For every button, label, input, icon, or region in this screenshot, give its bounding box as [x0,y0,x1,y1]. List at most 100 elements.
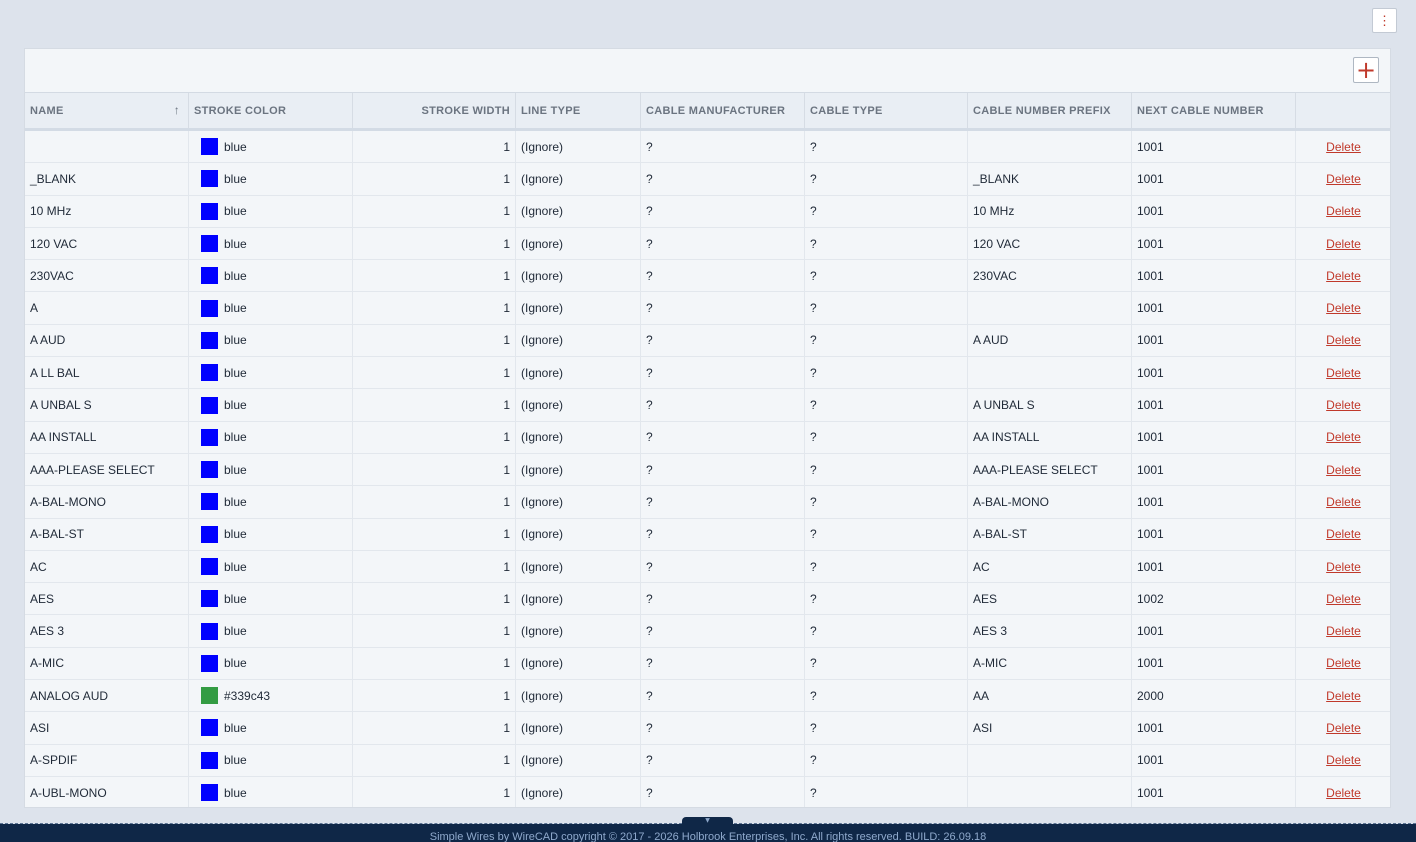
cell-cable-number-prefix[interactable]: _BLANK [968,163,1132,195]
color-swatch[interactable] [201,364,218,382]
cell-line-type[interactable]: (Ignore) [516,776,641,807]
cell-line-type[interactable]: (Ignore) [516,647,641,680]
cell-name[interactable]: A-SPDIF [25,744,189,776]
delete-link[interactable]: Delete [1326,624,1361,638]
cell-next-cable-number[interactable]: 1001 [1132,195,1296,227]
cell-cable-number-prefix[interactable]: A-BAL-ST [968,518,1132,550]
cell-cable-number-prefix[interactable]: A UNBAL S [968,389,1132,421]
cell-stroke-width[interactable]: 1 [353,389,516,421]
cell-stroke-width[interactable]: 1 [353,583,516,615]
color-swatch[interactable] [201,299,218,317]
cell-cable-number-prefix[interactable]: AAA-PLEASE SELECT [968,453,1132,486]
cell-line-type[interactable]: (Ignore) [516,583,641,615]
cell-cable-type[interactable]: ? [805,486,968,518]
delete-link[interactable]: Delete [1326,689,1361,703]
cell-next-cable-number[interactable]: 1001 [1132,550,1296,583]
cell-cable-type[interactable]: ? [805,227,968,260]
cell-stroke-width[interactable]: 1 [353,260,516,292]
cell-next-cable-number[interactable]: 1001 [1132,518,1296,550]
cell-stroke-width[interactable]: 1 [353,195,516,227]
cell-next-cable-number[interactable]: 1001 [1132,615,1296,647]
cell-cable-manufacturer[interactable]: ? [641,163,805,195]
cell-cable-number-prefix[interactable]: A-BAL-MONO [968,486,1132,518]
cell-stroke-width[interactable]: 1 [353,647,516,680]
table-row[interactable]: 230VAC blue 1 (Ignore)?? 230VAC 1001 Delete [25,260,1390,293]
cell-cable-type[interactable]: ? [805,292,968,324]
cell-cable-type[interactable]: ? [805,357,968,389]
cell-cable-type[interactable]: ? [805,195,968,227]
cell-cable-type[interactable]: ? [805,647,968,680]
cell-cable-number-prefix[interactable]: AA [968,680,1132,712]
cell-stroke-color[interactable]: blue [189,647,353,680]
cell-stroke-width[interactable]: 1 [353,292,516,324]
cell-cable-manufacturer[interactable]: ? [641,453,805,486]
cell-line-type[interactable]: (Ignore) [516,163,641,195]
table-row[interactable]: AC blue 1 (Ignore)?? AC 1001 Delete [25,550,1390,584]
cell-cable-type[interactable]: ? [805,680,968,712]
cell-cable-type[interactable]: ? [805,550,968,583]
cell-stroke-color[interactable]: blue [189,712,353,744]
delete-link[interactable]: Delete [1326,495,1361,509]
table-row[interactable]: blue 1 (Ignore)?? 1001 Delete [25,131,1390,164]
cell-cable-manufacturer[interactable]: ? [641,680,805,712]
cell-cable-manufacturer[interactable]: ? [641,647,805,680]
cell-stroke-color[interactable]: blue [189,260,353,292]
cell-cable-type[interactable]: ? [805,163,968,195]
cell-cable-manufacturer[interactable]: ? [641,292,805,324]
cell-next-cable-number[interactable]: 1001 [1132,776,1296,807]
cell-cable-manufacturer[interactable]: ? [641,486,805,518]
cell-cable-manufacturer[interactable]: ? [641,776,805,807]
cell-stroke-color[interactable]: blue [189,131,353,163]
cell-stroke-width[interactable]: 1 [353,324,516,357]
cell-line-type[interactable]: (Ignore) [516,260,641,292]
table-row[interactable]: A AUD blue 1 (Ignore)?? A AUD 1001 Delete [25,324,1390,358]
cell-cable-type[interactable]: ? [805,453,968,486]
cell-cable-number-prefix[interactable]: A AUD [968,324,1132,357]
cell-name[interactable]: A UNBAL S [25,389,189,421]
cell-next-cable-number[interactable]: 1001 [1132,389,1296,421]
cell-stroke-color[interactable]: blue [189,324,353,357]
cell-line-type[interactable]: (Ignore) [516,357,641,389]
cell-line-type[interactable]: (Ignore) [516,615,641,647]
cell-cable-type[interactable]: ? [805,744,968,776]
cell-line-type[interactable]: (Ignore) [516,518,641,550]
cell-next-cable-number[interactable]: 1001 [1132,163,1296,195]
cell-cable-manufacturer[interactable]: ? [641,195,805,227]
cell-cable-manufacturer[interactable]: ? [641,744,805,776]
cell-cable-manufacturer[interactable]: ? [641,518,805,550]
cell-stroke-color[interactable]: blue [189,583,353,615]
table-row[interactable]: ANALOG AUD #339c43 1 (Ignore)?? AA 2000 Delete [25,680,1390,713]
color-swatch[interactable] [201,396,218,414]
table-row[interactable]: _BLANK blue 1 (Ignore)?? _BLANK 1001 Delete [25,163,1390,196]
delete-link[interactable]: Delete [1326,527,1361,541]
cell-name[interactable]: AES [25,583,189,615]
cell-cable-type[interactable]: ? [805,421,968,453]
cell-stroke-width[interactable]: 1 [353,486,516,518]
cell-cable-type[interactable]: ? [805,324,968,357]
cell-line-type[interactable]: (Ignore) [516,453,641,486]
cell-cable-type[interactable]: ? [805,776,968,807]
color-swatch[interactable] [201,719,218,737]
cell-cable-manufacturer[interactable]: ? [641,712,805,744]
cell-next-cable-number[interactable]: 1001 [1132,647,1296,680]
cell-next-cable-number[interactable]: 1001 [1132,744,1296,776]
cell-line-type[interactable]: (Ignore) [516,421,641,453]
table-row[interactable]: A LL BAL blue 1 (Ignore)?? 1001 Delete [25,357,1390,390]
cell-cable-number-prefix[interactable]: AC [968,550,1132,583]
color-swatch[interactable] [201,493,218,511]
cell-cable-number-prefix[interactable]: 120 VAC [968,227,1132,260]
delete-link[interactable]: Delete [1326,463,1361,477]
cell-name[interactable]: AAA-PLEASE SELECT [25,453,189,486]
color-swatch[interactable] [201,331,218,349]
cell-name[interactable]: 10 MHz [25,195,189,227]
cell-cable-manufacturer[interactable]: ? [641,260,805,292]
cell-stroke-color[interactable]: blue [189,550,353,583]
table-row[interactable]: AAA-PLEASE SELECT blue 1 (Ignore)?? AAA-PLEA… [25,453,1390,487]
color-swatch[interactable] [201,202,218,220]
cell-stroke-color[interactable]: blue [189,389,353,421]
cell-stroke-width[interactable]: 1 [353,680,516,712]
cell-cable-type[interactable]: ? [805,389,968,421]
cell-line-type[interactable]: (Ignore) [516,744,641,776]
cell-cable-number-prefix[interactable]: 230VAC [968,260,1132,292]
cell-stroke-color[interactable]: blue [189,518,353,550]
